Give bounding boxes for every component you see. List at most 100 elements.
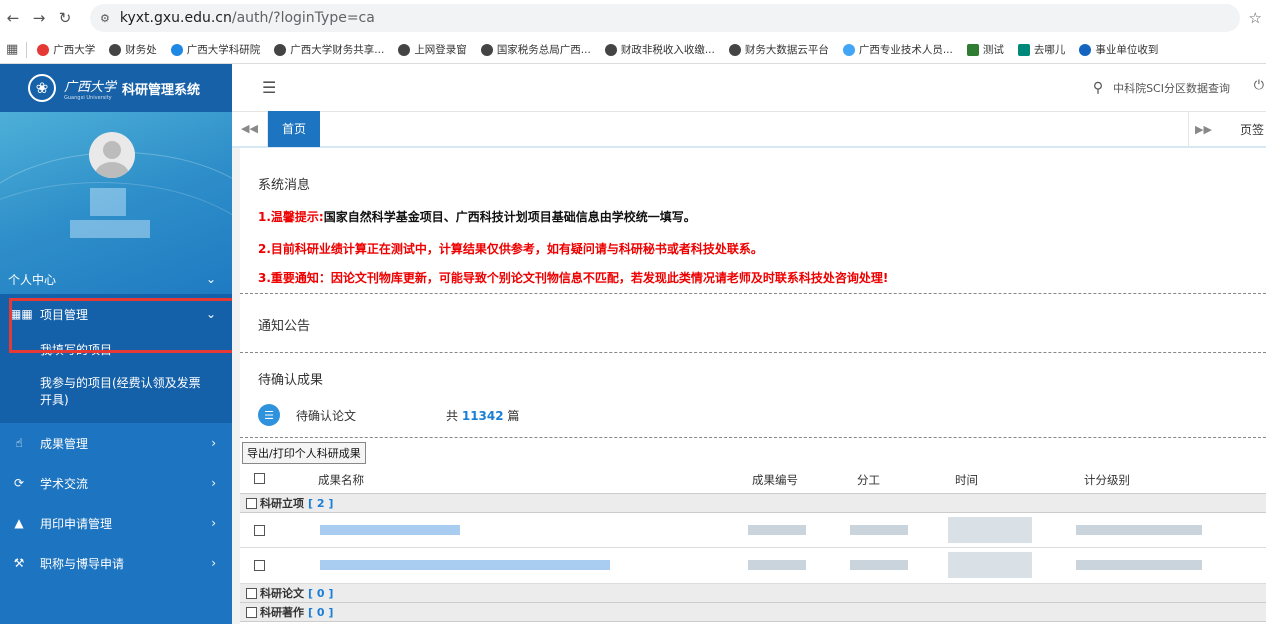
menu-label: 学术交流 (40, 476, 89, 491)
personal-center[interactable]: 个人中心 ⌄ (0, 264, 232, 294)
group-count: [ 0 ] (308, 586, 334, 600)
main-content: 系统消息 1.温馨提示:国家自然科学基金项目、广西科技计划项目基础信息由学校统一… (232, 148, 1266, 624)
announcement-title: 通知公告 (258, 319, 311, 334)
bookmark-item[interactable]: 广西专业技术人员... (842, 42, 953, 57)
menu-seal-application[interactable]: ▲ 用印申请管理 › (0, 503, 232, 543)
globe-icon (480, 43, 493, 56)
bookmark-item[interactable]: 广西大学 (37, 42, 95, 57)
reload-icon[interactable]: ↻ (52, 9, 78, 27)
group-count: [ 2 ] (308, 496, 334, 510)
globe-icon (274, 43, 287, 56)
menu-academic-exchange[interactable]: ⟳ 学术交流 › (0, 463, 232, 503)
redacted-level (1076, 525, 1202, 535)
pending-papers-row[interactable]: ☰ 待确认论文 共 11342 篇 (240, 404, 519, 426)
logo-text: 广西大学 Guangxi University (64, 76, 116, 101)
notice-text: 目前科研业绩计算正在测试中，计算结果仅供参考，如有疑问请与科研秘书或者科技处联系… (270, 242, 763, 256)
row-checkbox[interactable] (254, 560, 265, 571)
group-row-papers[interactable]: 科研论文 [ 0 ] (240, 584, 1266, 603)
favicon-icon (1017, 43, 1030, 56)
logo-bar[interactable]: ❀ 广西大学 Guangxi University 科研管理系统 (0, 64, 232, 112)
bookmark-item[interactable]: 上网登录窗 (398, 42, 467, 57)
chevron-down-icon: ⌄ (205, 272, 216, 286)
favicon-icon (1079, 43, 1092, 56)
avatar[interactable] (89, 132, 135, 178)
refresh-icon: ⟳ (13, 476, 25, 490)
tab-home[interactable]: 首页 (268, 111, 321, 147)
apps-icon[interactable]: ▦ (6, 42, 18, 57)
menu-label: 用印申请管理 (40, 516, 113, 531)
group-label: 科研著作 (260, 606, 304, 619)
url-host: kyxt.gxu.edu.cn (119, 10, 232, 26)
group-row-projects[interactable]: 科研立项 [ 2 ] (240, 494, 1266, 513)
group-count: [ 0 ] (308, 605, 334, 619)
top-header: ☰ ⚲ 中科院SCI分区数据查询 ⏻ (232, 64, 1266, 112)
notice-3: 3.重要通知：因论文刊物库更新，可能导致个别论文刊物信息不匹配，若发现此类情况请… (240, 269, 888, 286)
menu-title-application[interactable]: ⚒ 职称与博导申请 › (0, 543, 232, 583)
group-label: 科研论文 (260, 587, 304, 600)
group-row-books[interactable]: 科研著作 [ 0 ] (240, 603, 1266, 622)
table-row[interactable] (240, 513, 1266, 548)
tab-scroll-left-icon[interactable]: ◀◀ (232, 111, 268, 147)
notice-prefix: 1.温馨提示: (258, 210, 324, 224)
redacted-time (948, 552, 1032, 578)
sci-query-label: 中科院SCI分区数据查询 (1113, 82, 1230, 95)
tab-options[interactable]: 页签 (1240, 112, 1264, 148)
divider (240, 352, 1266, 353)
redacted-time (948, 517, 1032, 543)
bookmarks-bar: ▦ 广西大学 财务处 广西大学科研院 广西大学财务共享... 上网登录窗 国家税… (0, 36, 1266, 64)
bookmark-item[interactable]: 测试 (966, 42, 1004, 57)
back-icon[interactable]: ← (0, 9, 26, 27)
bookmark-item[interactable]: 国家税务总局广西... (480, 42, 591, 57)
university-logo-icon: ❀ (28, 74, 56, 102)
browser-toolbar: ← → ↻ ⚙ kyxt.gxu.edu.cn /auth/?loginType… (0, 0, 1266, 36)
redacted-role (850, 560, 908, 570)
chevron-right-icon: › (211, 476, 216, 490)
favicon-icon (966, 43, 979, 56)
pending-title: 待确认成果 (258, 373, 324, 388)
bookmark-item[interactable]: 广西大学科研院 (170, 42, 260, 57)
group-label: 科研立项 (260, 497, 304, 510)
system-name: 科研管理系统 (122, 82, 201, 98)
group-checkbox[interactable] (246, 587, 257, 599)
bookmark-item[interactable]: 广西大学财务共享... (274, 42, 384, 57)
col-header-number: 成果编号 (752, 473, 798, 487)
group-checkbox[interactable] (246, 497, 257, 509)
pending-count-value[interactable]: 11342 (462, 409, 504, 423)
group-checkbox[interactable] (246, 606, 257, 618)
bookmark-item[interactable]: 去哪儿 (1017, 42, 1065, 57)
bookmark-star-icon[interactable]: ☆ (1249, 9, 1262, 27)
globe-icon (109, 43, 122, 56)
profile-panel: 个人中心 ⌄ (0, 112, 232, 294)
sci-query-link[interactable]: ⚲ 中科院SCI分区数据查询 (1093, 80, 1230, 96)
submenu-my-participated-projects[interactable]: 我参与的项目(经费认领及发票开具) (0, 367, 232, 417)
bookmarks-divider (26, 41, 28, 58)
notice-prefix: 2. (258, 242, 271, 256)
redacted-name (90, 188, 126, 216)
globe-icon (728, 43, 741, 56)
bookmark-item[interactable]: 财务处 (109, 42, 157, 57)
address-bar[interactable]: ⚙ kyxt.gxu.edu.cn /auth/?loginType=ca (90, 4, 1240, 32)
menu-toggle-icon[interactable]: ☰ (262, 78, 276, 97)
logo-en: Guangxi University (64, 94, 112, 101)
bookmark-item[interactable]: 事业单位收到 (1079, 42, 1158, 57)
globe-icon (398, 43, 411, 56)
table-row[interactable] (240, 548, 1266, 584)
favicon-icon (842, 43, 855, 56)
thumbs-up-icon: ☝ (15, 436, 23, 450)
power-icon[interactable]: ⏻ (1254, 78, 1264, 93)
select-all-checkbox[interactable] (254, 473, 265, 484)
redacted-name[interactable] (320, 525, 460, 535)
redacted-info (70, 220, 150, 238)
bookmark-item[interactable]: 财务大数据云平台 (728, 42, 829, 57)
redacted-name[interactable] (320, 560, 610, 570)
tab-bar: ◀◀ 首页 ▶▶ 页签 (232, 111, 1266, 148)
tab-scroll-right-icon[interactable]: ▶▶ (1188, 112, 1218, 148)
export-button[interactable]: 导出/打印个人科研成果 (242, 442, 366, 464)
site-info-icon[interactable]: ⚙ (100, 12, 110, 25)
pending-count: 共 11342 篇 (446, 408, 520, 423)
col-header-role: 分工 (857, 473, 880, 487)
row-checkbox[interactable] (254, 525, 265, 536)
bookmark-item[interactable]: 财政非税收入收缴... (604, 42, 715, 57)
menu-achievement-management[interactable]: ☝ 成果管理 › (0, 423, 232, 463)
forward-icon[interactable]: → (26, 9, 52, 27)
